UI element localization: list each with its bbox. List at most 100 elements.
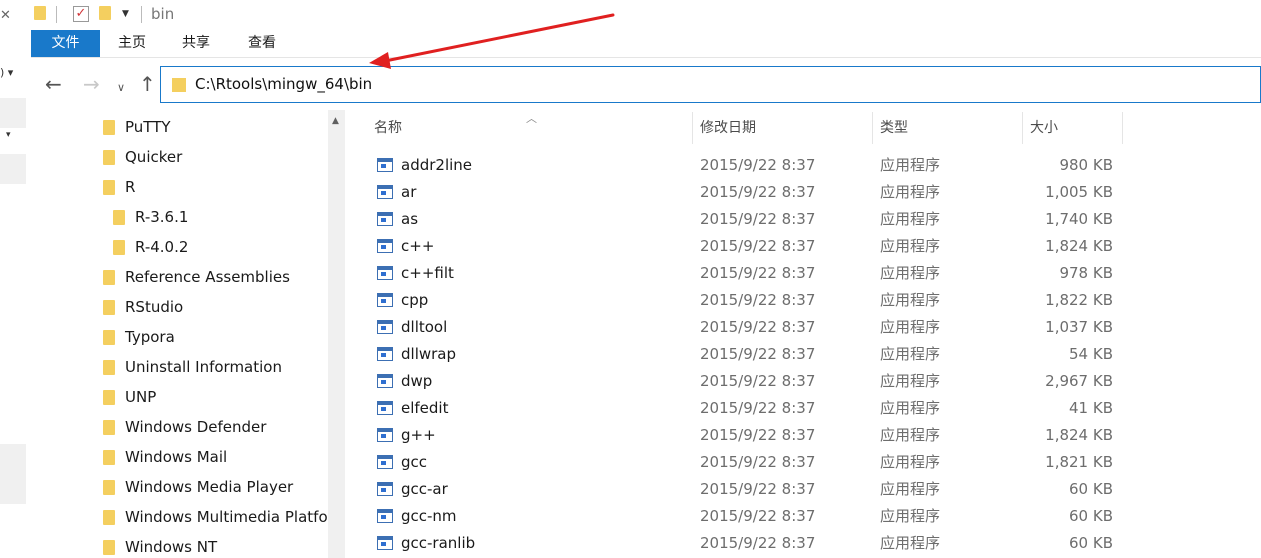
file-name: elfedit — [401, 399, 449, 417]
file-type: 应用程序 — [880, 534, 941, 552]
column-header-size[interactable]: 大小 — [1030, 110, 1058, 146]
tree-item[interactable]: Windows Mail — [103, 443, 227, 471]
application-icon — [377, 212, 393, 226]
application-icon — [377, 347, 393, 361]
new-folder-icon[interactable] — [99, 6, 111, 20]
file-row[interactable]: gcc 2015/9/22 8:37 应用程序 1,821 KB — [345, 449, 1261, 476]
partial-dropdown: ) ▾ — [0, 66, 14, 79]
column-header-type[interactable]: 类型 — [880, 110, 908, 146]
tab-share[interactable]: 共享 — [174, 30, 218, 57]
file-row[interactable]: addr2line 2015/9/22 8:37 应用程序 980 KB — [345, 152, 1261, 179]
application-icon — [377, 455, 393, 469]
file-date: 2015/9/22 8:37 — [700, 507, 816, 525]
folder-icon — [113, 240, 125, 255]
folder-icon — [103, 300, 115, 315]
forward-arrow-icon[interactable]: → — [83, 74, 100, 94]
folder-icon — [103, 480, 115, 495]
file-name: gcc-ranlib — [401, 534, 476, 552]
tree-item[interactable]: R-4.0.2 — [113, 233, 188, 261]
file-date: 2015/9/22 8:37 — [700, 318, 816, 336]
column-divider[interactable] — [1022, 112, 1023, 144]
file-type: 应用程序 — [880, 480, 941, 498]
file-size: 60 KB — [1069, 480, 1113, 498]
tree-item[interactable]: Windows NT — [103, 533, 217, 558]
file-row[interactable]: cpp 2015/9/22 8:37 应用程序 1,822 KB — [345, 287, 1261, 314]
address-path[interactable]: C:\Rtools\mingw_64\bin — [195, 75, 372, 93]
file-date: 2015/9/22 8:37 — [700, 426, 816, 444]
partial-control — [0, 444, 26, 474]
navigation-pane: PuTTY Quicker R R-3.6.1 R-4.0.2 Referenc… — [31, 110, 328, 558]
tree-item[interactable]: Windows Multimedia Platfor — [103, 503, 328, 531]
file-name: gcc-nm — [401, 507, 457, 525]
folder-icon — [103, 390, 115, 405]
tab-file[interactable]: 文件 — [31, 30, 100, 57]
application-icon — [377, 239, 393, 253]
tree-item[interactable]: R-3.6.1 — [113, 203, 188, 231]
tree-item[interactable]: UNP — [103, 383, 156, 411]
folder-icon — [34, 6, 46, 20]
file-name: dwp — [401, 372, 433, 390]
address-bar[interactable]: C:\Rtools\mingw_64\bin — [160, 66, 1261, 103]
application-icon — [377, 293, 393, 307]
properties-icon[interactable]: ✓ — [73, 6, 89, 22]
tree-item[interactable]: RStudio — [103, 293, 183, 321]
column-header-date[interactable]: 修改日期 — [700, 110, 756, 146]
tree-item[interactable]: Windows Defender — [103, 413, 266, 441]
window-title: bin — [151, 5, 175, 23]
file-size: 41 KB — [1069, 399, 1113, 417]
customize-toolbar-icon[interactable]: ▼ — [122, 9, 129, 19]
scroll-up-icon[interactable]: ▲ — [332, 116, 339, 126]
up-arrow-icon[interactable]: ↑ — [139, 74, 156, 94]
application-icon — [377, 401, 393, 415]
file-size: 54 KB — [1069, 345, 1113, 363]
file-name: cpp — [401, 291, 429, 309]
file-row[interactable]: dlltool 2015/9/22 8:37 应用程序 1,037 KB — [345, 314, 1261, 341]
file-size: 1,824 KB — [1045, 426, 1113, 444]
file-row[interactable]: gcc-nm 2015/9/22 8:37 应用程序 60 KB — [345, 503, 1261, 530]
column-header-name[interactable]: 名称 — [374, 110, 402, 146]
folder-icon — [103, 270, 115, 285]
file-row[interactable]: gcc-ranlib 2015/9/22 8:37 应用程序 60 KB — [345, 530, 1261, 557]
file-name: gcc-ar — [401, 480, 448, 498]
file-row[interactable]: dllwrap 2015/9/22 8:37 应用程序 54 KB — [345, 341, 1261, 368]
application-icon — [377, 536, 393, 550]
back-arrow-icon[interactable]: ← — [45, 74, 62, 94]
application-icon — [377, 509, 393, 523]
file-row[interactable]: c++ 2015/9/22 8:37 应用程序 1,824 KB — [345, 233, 1261, 260]
folder-icon — [172, 78, 186, 92]
recent-locations-icon[interactable]: ∨ — [117, 78, 125, 98]
file-type: 应用程序 — [880, 156, 941, 174]
file-row[interactable]: ar 2015/9/22 8:37 应用程序 1,005 KB — [345, 179, 1261, 206]
file-row[interactable]: gcc-ar 2015/9/22 8:37 应用程序 60 KB — [345, 476, 1261, 503]
file-type: 应用程序 — [880, 264, 941, 282]
tree-item[interactable]: PuTTY — [103, 113, 171, 141]
tab-view[interactable]: 查看 — [240, 30, 284, 57]
file-row[interactable]: dwp 2015/9/22 8:37 应用程序 2,967 KB — [345, 368, 1261, 395]
nav-pane-scrollbar[interactable]: ▲ — [328, 110, 345, 558]
file-row[interactable]: as 2015/9/22 8:37 应用程序 1,740 KB — [345, 206, 1261, 233]
divider — [56, 6, 57, 23]
tree-item[interactable]: Uninstall Information — [103, 353, 282, 381]
title-bar: ✓ ▼ bin — [31, 0, 1261, 30]
file-size: 1,822 KB — [1045, 291, 1113, 309]
tree-item[interactable]: Reference Assemblies — [103, 263, 290, 291]
file-date: 2015/9/22 8:37 — [700, 183, 816, 201]
file-row[interactable]: c++filt 2015/9/22 8:37 应用程序 978 KB — [345, 260, 1261, 287]
file-row[interactable]: g++ 2015/9/22 8:37 应用程序 1,824 KB — [345, 422, 1261, 449]
application-icon — [377, 185, 393, 199]
close-icon: ✕ — [0, 8, 11, 23]
column-divider[interactable] — [872, 112, 873, 144]
tree-item[interactable]: Windows Media Player — [103, 473, 293, 501]
tree-item[interactable]: Typora — [103, 323, 175, 351]
file-date: 2015/9/22 8:37 — [700, 291, 816, 309]
file-row[interactable]: elfedit 2015/9/22 8:37 应用程序 41 KB — [345, 395, 1261, 422]
sort-ascending-icon: ︿ — [526, 112, 537, 125]
column-divider[interactable] — [1122, 112, 1123, 144]
tab-home[interactable]: 主页 — [110, 30, 154, 57]
file-date: 2015/9/22 8:37 — [700, 156, 816, 174]
column-divider[interactable] — [692, 112, 693, 144]
file-date: 2015/9/22 8:37 — [700, 399, 816, 417]
folder-icon — [113, 210, 125, 225]
tree-item[interactable]: R — [103, 173, 135, 201]
tree-item[interactable]: Quicker — [103, 143, 182, 171]
